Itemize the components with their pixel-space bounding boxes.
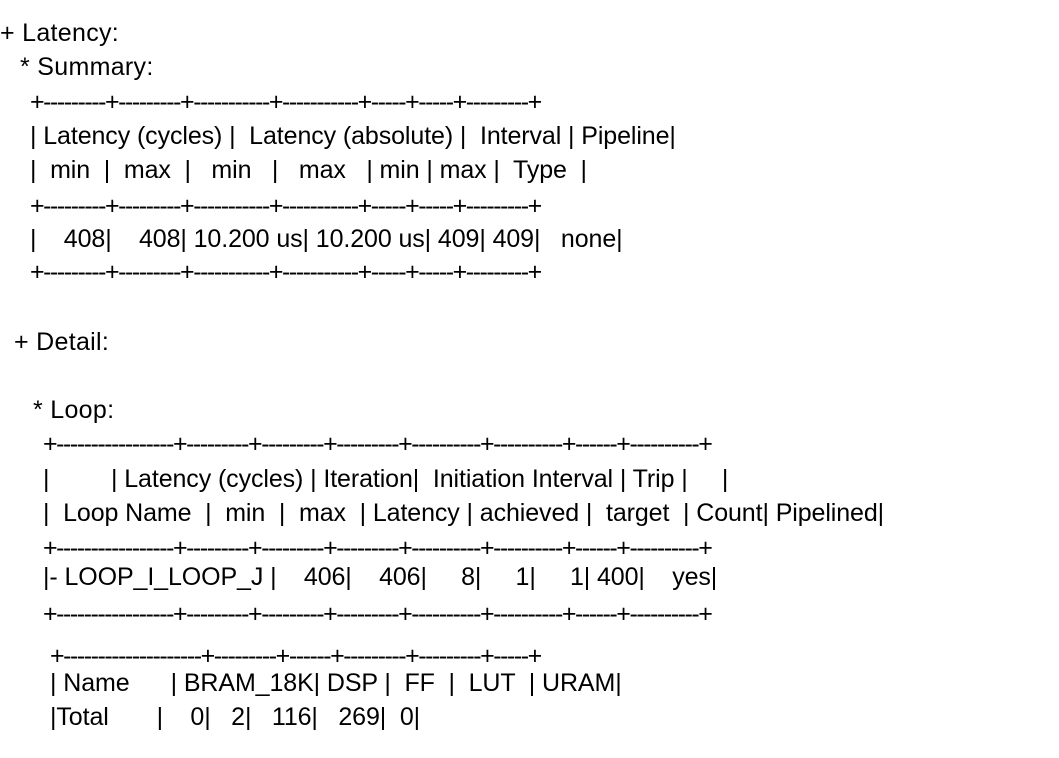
detail-section-heading: + Detail: — [14, 328, 110, 356]
latency-summary-header-group: | Latency (cycles) | Latency (absolute) … — [30, 122, 676, 150]
loop-table-data-row: |- LOOP_I_LOOP_J | 406| 406| 8| 1| 1| 40… — [43, 563, 718, 591]
latency-summary-rule-bottom: +---------+---------+-----------+-------… — [30, 258, 542, 286]
loop-table-header-columns: | Loop Name | min | max | Latency | achi… — [43, 499, 885, 527]
detail-loop-heading: * Loop: — [33, 396, 115, 424]
loop-table-rule-bottom: +-----------------+---------+---------+-… — [43, 600, 713, 628]
utilization-table-total-row: |Total | 0| 2| 116| 269| 0| — [50, 703, 421, 731]
latency-summary-header-columns: | min | max | min | max | min | max | Ty… — [30, 156, 587, 184]
latency-summary-heading: * Summary: — [20, 53, 154, 81]
utilization-table-header-row: | Name | BRAM_18K| DSP | FF | LUT | URAM… — [50, 669, 622, 697]
latency-summary-data-row: | 408| 408| 10.200 us| 10.200 us| 409| 4… — [30, 225, 623, 253]
loop-table-rule-top: +-----------------+---------+---------+-… — [43, 430, 713, 458]
latency-section-heading: + Latency: — [0, 19, 120, 47]
latency-summary-rule-top: +---------+---------+-----------+-------… — [30, 88, 542, 116]
latency-summary-rule-mid: +---------+---------+-----------+-------… — [30, 192, 542, 220]
hls-report: + Latency: * Summary: +---------+-------… — [0, 0, 1059, 758]
loop-table-header-group: | | Latency (cycles) | Iteration| Initia… — [43, 465, 729, 493]
